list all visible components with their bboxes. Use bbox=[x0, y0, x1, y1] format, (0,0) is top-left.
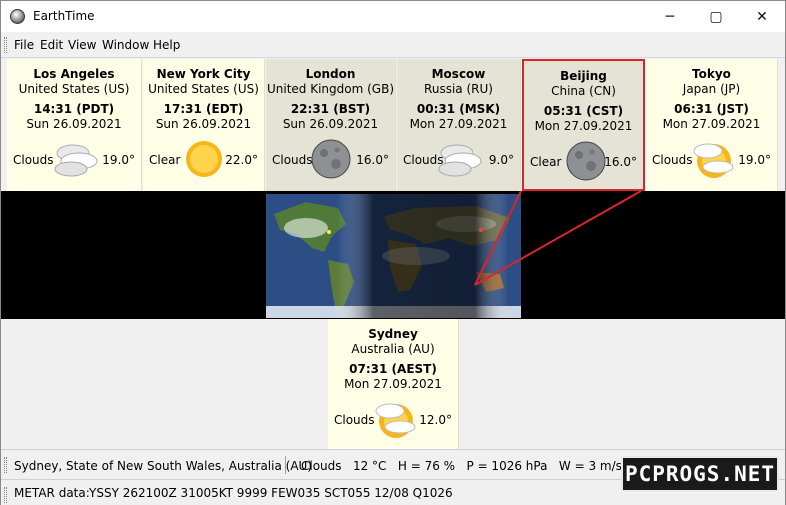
city-marker-los-angeles bbox=[327, 230, 331, 234]
city-condition: Clouds bbox=[13, 153, 54, 167]
city-country: United States (US) bbox=[148, 82, 259, 96]
city-card-moscow[interactable]: Moscow Russia (RU) 00:31 (MSK) Mon 27.09.20… bbox=[397, 59, 521, 191]
city-country: Australia (AU) bbox=[351, 342, 435, 356]
city-country: Japan (JP) bbox=[682, 82, 741, 96]
menu-file[interactable]: File bbox=[14, 38, 34, 52]
watermark-logo: PCPROGS.NET bbox=[621, 456, 779, 492]
maximize-button[interactable]: ▢ bbox=[693, 1, 739, 32]
city-date: Mon 27.09.2021 bbox=[344, 377, 442, 391]
city-time: 22:31 (BST) bbox=[290, 102, 371, 116]
city-date: Sun 26.09.2021 bbox=[155, 117, 252, 131]
city-country: Russia (RU) bbox=[424, 82, 493, 96]
minimize-icon: ─ bbox=[665, 8, 675, 25]
city-card-sydney[interactable]: Sydney Australia (AU) 07:31 (AEST) Mon 27.0… bbox=[328, 319, 459, 451]
city-condition: Clear bbox=[530, 155, 562, 169]
selection-pointer bbox=[474, 190, 642, 286]
metar-grip-icon[interactable] bbox=[4, 487, 7, 503]
city-temperature: 16.0° bbox=[604, 155, 637, 169]
metar-label: METAR data: bbox=[14, 486, 90, 500]
menu-edit[interactable]: Edit bbox=[40, 38, 63, 52]
city-time: 14:31 (PDT) bbox=[33, 102, 115, 116]
menu-grip-icon[interactable] bbox=[4, 37, 7, 53]
city-card-london[interactable]: London United Kingdom (GB) 22:31 (BST) Sun … bbox=[266, 59, 396, 191]
status-weather: Clouds 12 °C H = 76 % P = 1026 hPa W = 3… bbox=[301, 459, 676, 473]
city-condition: Clouds bbox=[652, 153, 693, 167]
city-time: 05:31 (CST) bbox=[543, 104, 624, 118]
close-button[interactable]: ✕ bbox=[739, 1, 785, 32]
city-name: New York City bbox=[156, 67, 251, 81]
city-condition: Clear bbox=[149, 153, 181, 167]
city-date: Sun 26.09.2021 bbox=[282, 117, 379, 131]
city-name: Tokyo bbox=[692, 67, 731, 81]
maximize-icon: ▢ bbox=[709, 8, 723, 25]
close-icon: ✕ bbox=[756, 8, 768, 25]
city-country: United Kingdom (GB) bbox=[266, 82, 395, 96]
sun-cloud-icon bbox=[370, 397, 418, 441]
city-temperature: 9.0° bbox=[488, 153, 514, 167]
city-name: Beijing bbox=[560, 69, 607, 83]
city-card-new-york-city[interactable]: New York City United States (US) 17:31 (ED… bbox=[143, 59, 265, 191]
cloud-icon bbox=[51, 137, 99, 181]
city-name: Los Angeles bbox=[33, 67, 115, 81]
status-location: Sydney, State of New South Wales, Austra… bbox=[14, 459, 312, 473]
city-country: China (CN) bbox=[551, 84, 616, 98]
earth-icon[interactable] bbox=[10, 9, 25, 24]
city-name: London bbox=[305, 67, 356, 81]
city-card-tokyo[interactable]: Tokyo Japan (JP) 06:31 (JST) Mon 27.09.2021… bbox=[646, 59, 778, 191]
city-temperature: 22.0° bbox=[225, 153, 258, 167]
city-time: 07:31 (AEST) bbox=[349, 362, 437, 376]
app-window: EarthTime ─ ▢ ✕ File Edit View Window He… bbox=[0, 0, 786, 505]
status-divider bbox=[285, 456, 286, 474]
city-area: Los Angeles United States (US) 14:31 (PDT)… bbox=[1, 58, 785, 451]
city-time: 00:31 (MSK) bbox=[416, 102, 501, 116]
menu-view[interactable]: View bbox=[68, 38, 96, 52]
sun-cloud-icon bbox=[688, 137, 736, 181]
city-name: Sydney bbox=[368, 327, 418, 341]
city-country: United States (US) bbox=[18, 82, 130, 96]
menu-window[interactable]: Window bbox=[102, 38, 149, 52]
cloud-icon bbox=[435, 137, 483, 181]
city-date: Mon 27.09.2021 bbox=[534, 119, 633, 133]
city-name: Moscow bbox=[431, 67, 486, 81]
city-time: 17:31 (EDT) bbox=[163, 102, 244, 116]
menu-bar: File Edit View Window Help bbox=[1, 32, 785, 58]
city-date: Sun 26.09.2021 bbox=[26, 117, 122, 131]
city-condition: Clouds bbox=[334, 413, 375, 427]
city-date: Mon 27.09.2021 bbox=[662, 117, 761, 131]
city-temperature: 16.0° bbox=[356, 153, 389, 167]
window-title: EarthTime bbox=[33, 9, 95, 23]
title-bar[interactable]: EarthTime ─ ▢ ✕ bbox=[1, 1, 785, 32]
city-card-beijing[interactable]: Beijing China (CN) 05:31 (CST) Mon 27.09.20… bbox=[522, 59, 645, 191]
moon-icon bbox=[562, 139, 610, 183]
status-grip-icon[interactable] bbox=[4, 457, 7, 473]
city-time: 06:31 (JST) bbox=[674, 102, 749, 116]
moon-icon bbox=[307, 137, 355, 181]
city-card-los-angeles[interactable]: Los Angeles United States (US) 14:31 (PDT)… bbox=[7, 59, 142, 191]
minimize-button[interactable]: ─ bbox=[647, 1, 693, 32]
sun-icon bbox=[180, 137, 228, 181]
menu-help[interactable]: Help bbox=[153, 38, 180, 52]
city-date: Mon 27.09.2021 bbox=[409, 117, 508, 131]
city-temperature: 12.0° bbox=[419, 413, 452, 427]
city-temperature: 19.0° bbox=[738, 153, 771, 167]
city-temperature: 19.0° bbox=[102, 153, 135, 167]
metar-value: YSSY 262100Z 31005KT 9999 FEW035 SCT055 … bbox=[89, 486, 453, 500]
